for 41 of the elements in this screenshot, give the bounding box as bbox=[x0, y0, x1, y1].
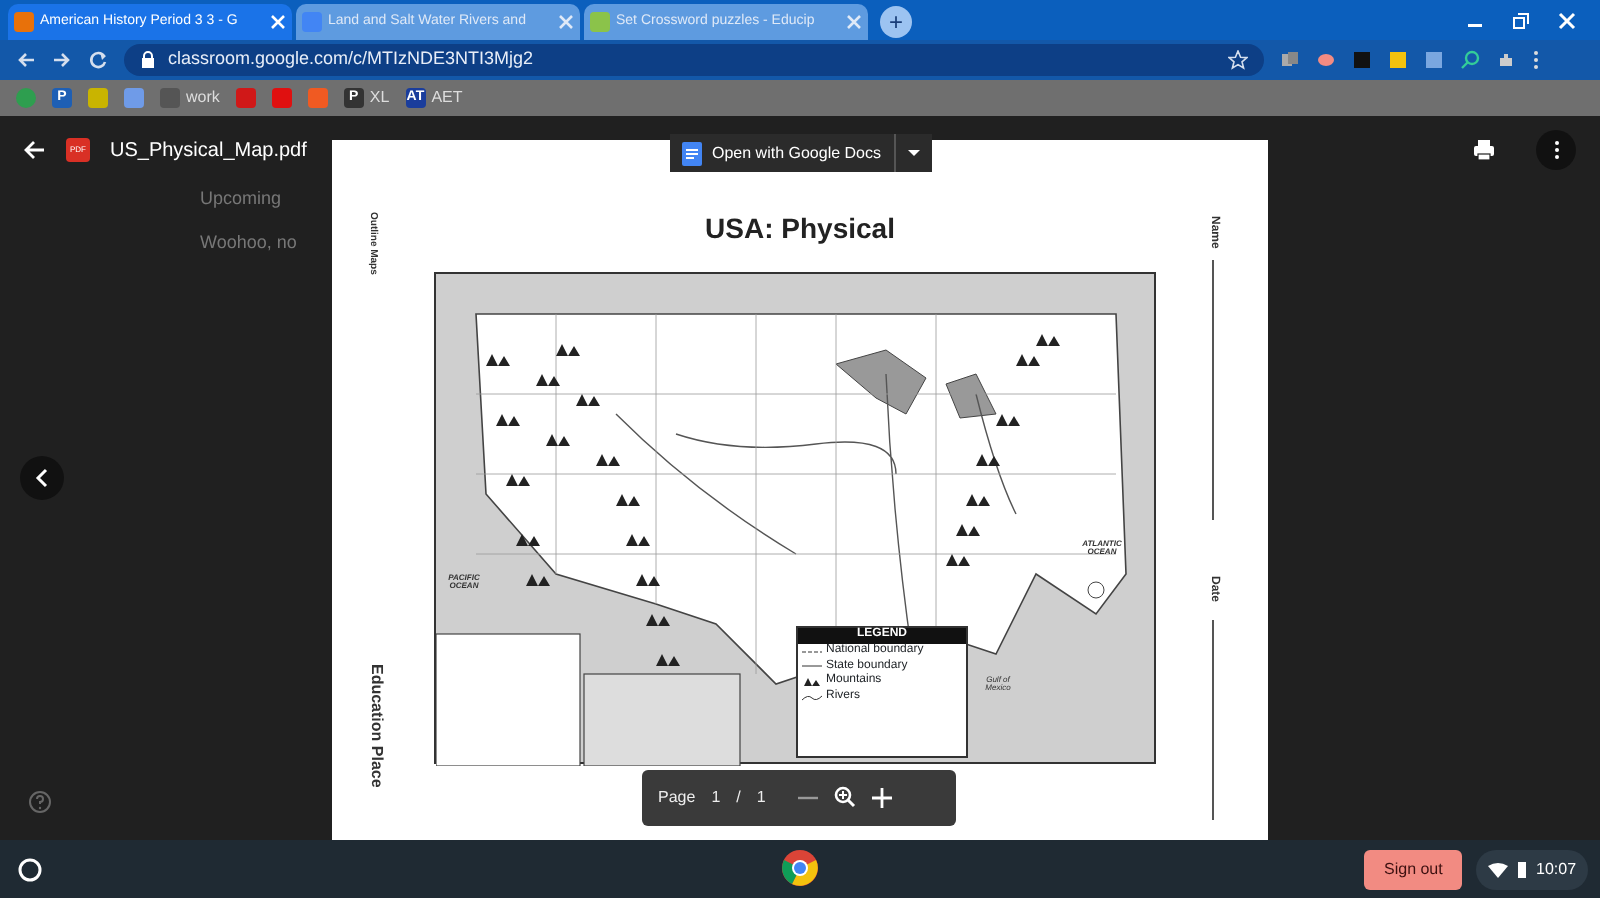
menu-icon[interactable] bbox=[1532, 50, 1540, 70]
plus-icon bbox=[871, 787, 892, 808]
help-icon[interactable] bbox=[28, 790, 52, 814]
publisher-text: Education Place bbox=[366, 664, 388, 788]
status-tray[interactable]: 10:07 bbox=[1476, 850, 1589, 890]
zoom-in-button[interactable] bbox=[871, 786, 892, 810]
bookmark-link[interactable]: AET bbox=[431, 86, 463, 110]
star-icon[interactable] bbox=[1228, 50, 1248, 70]
caret-icon bbox=[907, 150, 919, 156]
new-tab-button[interactable]: + bbox=[880, 6, 912, 38]
chevron-left-icon bbox=[34, 468, 50, 488]
background-text: Upcoming bbox=[200, 186, 282, 212]
zoom-button[interactable] bbox=[833, 786, 856, 810]
restore-icon[interactable] bbox=[1512, 11, 1530, 29]
page-total: 1 bbox=[756, 786, 766, 810]
battery-icon bbox=[1516, 860, 1528, 880]
sign-out-button[interactable]: Sign out bbox=[1364, 850, 1463, 890]
reload-icon[interactable] bbox=[88, 50, 108, 70]
lock-icon bbox=[140, 50, 156, 70]
back-icon[interactable] bbox=[16, 50, 36, 70]
document-title: USA: Physical bbox=[703, 210, 897, 248]
address-bar[interactable]: classroom.google.com/c/MTIzNDE3NTI3Mjg2 bbox=[124, 44, 1264, 76]
bookmark-link[interactable]: work bbox=[186, 86, 220, 110]
previous-button[interactable] bbox=[20, 456, 64, 500]
file-name: US_Physical_Map.pdf bbox=[110, 137, 307, 165]
background-text: Woohoo, no bbox=[200, 230, 297, 256]
docs-icon bbox=[682, 141, 702, 165]
page-number: 1 bbox=[711, 786, 721, 810]
launcher-icon[interactable] bbox=[16, 855, 44, 883]
forward-icon[interactable] bbox=[52, 50, 72, 70]
browser-app-icon[interactable] bbox=[780, 848, 820, 888]
bookmark-link[interactable]: XL bbox=[369, 86, 390, 110]
more-options-button[interactable] bbox=[1536, 130, 1576, 170]
menu-icon bbox=[1553, 140, 1559, 160]
wifi-icon bbox=[1488, 862, 1508, 878]
back-arrow-icon[interactable] bbox=[24, 140, 46, 160]
page-label: Page bbox=[658, 786, 696, 810]
magnifier-icon[interactable] bbox=[1460, 50, 1480, 70]
zoom-in-icon bbox=[833, 786, 856, 809]
print-icon[interactable] bbox=[1472, 138, 1496, 162]
page-separator: / bbox=[736, 786, 741, 810]
